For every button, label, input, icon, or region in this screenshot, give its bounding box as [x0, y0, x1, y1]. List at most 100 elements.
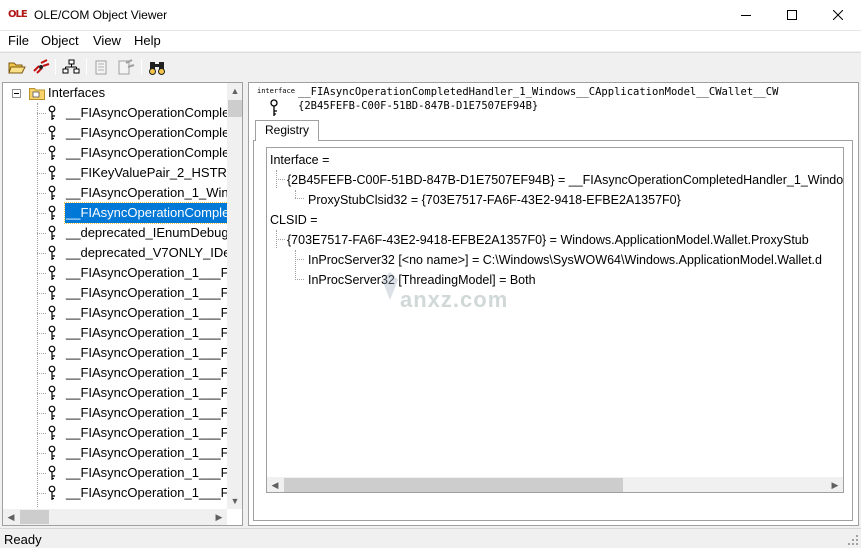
tree-item-label: __FIAsyncOperationComple — [63, 202, 227, 224]
scroll-left-icon[interactable]: ◀ — [267, 477, 283, 492]
registry-horizontal-scrollbar[interactable]: ◀ ▶ — [267, 477, 843, 492]
key-icon — [47, 145, 57, 161]
tree-item-label: __deprecated_V7ONLY_IDeb — [66, 245, 227, 260]
tree-item-label: __FIAsyncOperation_1___FIVe — [66, 465, 227, 480]
registry-node-interface-guid[interactable]: {2B45FEFB-C00F-51BD-847B-D1E7507EF94B} =… — [287, 170, 843, 190]
tree-item[interactable]: __FIAsyncOperation_1___FIVe — [3, 403, 227, 423]
key-icon — [47, 165, 57, 181]
window-title: OLE/COM Object Viewer — [34, 8, 168, 22]
registry-node-clsid[interactable]: CLSID = — [270, 210, 318, 230]
scroll-down-icon[interactable]: ▼ — [227, 493, 242, 509]
registry-node-interface[interactable]: Interface = — [270, 150, 329, 170]
tree-item[interactable]: __FIAsyncOperationComple — [3, 143, 227, 163]
tree-item[interactable]: __FIAsyncOperationComple — [3, 123, 227, 143]
key-icon — [47, 225, 57, 241]
tree-item[interactable]: __FIAsyncOperation_1___FIVe — [3, 423, 227, 443]
tree-horizontal-scrollbar[interactable]: ◀ ▶ — [3, 509, 227, 525]
registry-tab-body: Interface = {2B45FEFB-C00F-51BD-847B-D1E… — [253, 141, 853, 521]
folder-icon — [29, 86, 45, 100]
maximize-icon — [787, 10, 797, 20]
registry-node-proxystub[interactable]: ProxyStubClsid32 = {703E7517-FA6F-43E2-9… — [308, 190, 681, 210]
registry-node-inprocserver[interactable]: InProcServer32 [<no name>] = C:\Windows\… — [308, 250, 822, 270]
interface-tree: Interfaces __FIAsyncOperationComple __FIA… — [3, 83, 227, 509]
key-icon — [269, 99, 279, 117]
app-icon: OLE — [8, 9, 28, 20]
release-button[interactable] — [116, 58, 136, 76]
collapse-icon[interactable] — [12, 89, 21, 98]
binoculars-icon — [149, 62, 165, 75]
menu-view[interactable]: View — [93, 33, 121, 48]
key-icon — [47, 385, 57, 401]
detail-pane: interface __FIAsyncOperationCompletedHan… — [248, 82, 859, 526]
tree-item[interactable]: __FIAsyncOperation_1___FIVe — [3, 443, 227, 463]
tree-item[interactable]: __FIAsyncOperation_1___FIM — [3, 363, 227, 383]
tree-item-label: __FIAsyncOperation_1___FIIte — [66, 285, 227, 300]
tree-item[interactable]: __FIAsyncOperationComple — [3, 202, 227, 224]
tree-item[interactable]: __deprecated_IEnumDebugC — [3, 223, 227, 243]
key-icon — [47, 445, 57, 461]
scroll-left-icon[interactable]: ◀ — [3, 509, 19, 525]
close-icon — [833, 10, 843, 20]
tab-strip: Registry — [253, 119, 853, 142]
tree-item[interactable]: __deprecated_V7ONLY_IDeb — [3, 243, 227, 263]
tree-root[interactable]: Interfaces — [3, 83, 227, 103]
copy-icon — [95, 60, 107, 75]
copy-button[interactable] — [92, 58, 112, 76]
close-button[interactable] — [815, 0, 861, 30]
key-icon — [47, 465, 57, 481]
menu-help[interactable]: Help — [134, 33, 161, 48]
key-icon — [47, 125, 57, 141]
tree-item-label: __FIAsyncOperationComple — [66, 105, 227, 120]
key-icon — [47, 325, 57, 341]
disconnect-button[interactable] — [31, 58, 51, 76]
menu-object[interactable]: Object — [41, 33, 79, 48]
registry-node-clsid-guid[interactable]: {703E7517-FA6F-43E2-9418-EFBE2A1357F0} =… — [287, 230, 809, 250]
tree-view-icon — [62, 59, 80, 74]
tab-registry[interactable]: Registry — [255, 120, 320, 142]
tree-item-label: __FIKeyValuePair_2_HSTRIN — [66, 165, 227, 180]
tree-item[interactable]: __FIAsyncOperation_1___F_C — [3, 263, 227, 283]
view-button[interactable] — [147, 58, 167, 76]
tree-item[interactable]: __FIAsyncOperation_1___FIM — [3, 383, 227, 403]
scrollbar-thumb[interactable] — [284, 478, 623, 492]
minimize-button[interactable] — [723, 0, 769, 30]
tree-item[interactable]: __FIKeyValuePair_2_HSTRIN — [3, 163, 227, 183]
tree-item[interactable]: __FIAsyncOperation_1___FIM — [3, 343, 227, 363]
key-icon — [47, 405, 57, 421]
key-icon — [47, 245, 57, 261]
tree-item[interactable]: __FIAsyncOperation_1___FIVe — [3, 463, 227, 483]
registry-tree[interactable]: Interface = {2B45FEFB-C00F-51BD-847B-D1E… — [266, 147, 844, 493]
release-icon — [118, 59, 135, 75]
menu-file[interactable]: File — [8, 33, 29, 48]
key-icon — [47, 345, 57, 361]
tree-item-label: __FIAsyncOperation_1___FIVe — [66, 485, 227, 500]
toolbar — [0, 52, 861, 81]
tree-view-button[interactable] — [61, 58, 81, 76]
scrollbar-thumb[interactable] — [228, 100, 242, 117]
tree-vertical-scrollbar[interactable]: ▲ ▼ — [227, 83, 242, 509]
scroll-up-icon[interactable]: ▲ — [227, 83, 242, 99]
minimize-icon — [741, 15, 751, 16]
key-icon — [47, 205, 57, 221]
key-icon — [47, 365, 57, 381]
interface-tree-pane[interactable]: Interfaces __FIAsyncOperationComple __FIA… — [2, 82, 243, 526]
tree-item[interactable]: __FIAsyncOperation_1_Winc — [3, 183, 227, 203]
resize-grip-icon[interactable] — [847, 534, 859, 546]
tree-item[interactable]: __FIAsyncOperationComple — [3, 103, 227, 123]
open-button[interactable] — [7, 58, 27, 76]
scroll-right-icon[interactable]: ▶ — [827, 477, 843, 492]
key-icon — [47, 185, 57, 201]
tree-item[interactable]: __FIAsyncOperation_1___FIVe — [3, 483, 227, 503]
tree-root-label: Interfaces — [48, 85, 106, 100]
tree-item[interactable]: __FIAsyncOperation_1___FIIte — [3, 283, 227, 303]
tree-item-label: __FIAsyncOperationComple — [66, 145, 227, 160]
maximize-button[interactable] — [769, 0, 815, 30]
open-icon — [8, 62, 26, 74]
tree-item-label: __FIAsyncOperation_1___FIM — [66, 325, 227, 340]
key-icon — [47, 285, 57, 301]
scrollbar-thumb[interactable] — [20, 510, 49, 524]
scroll-right-icon[interactable]: ▶ — [211, 509, 227, 525]
tree-item-label: __FIAsyncOperation_1___FIVe — [66, 425, 227, 440]
tree-item[interactable]: __FIAsyncOperation_1___FIM — [3, 323, 227, 343]
tree-item[interactable]: __FIAsyncOperation_1___FIIte — [3, 303, 227, 323]
